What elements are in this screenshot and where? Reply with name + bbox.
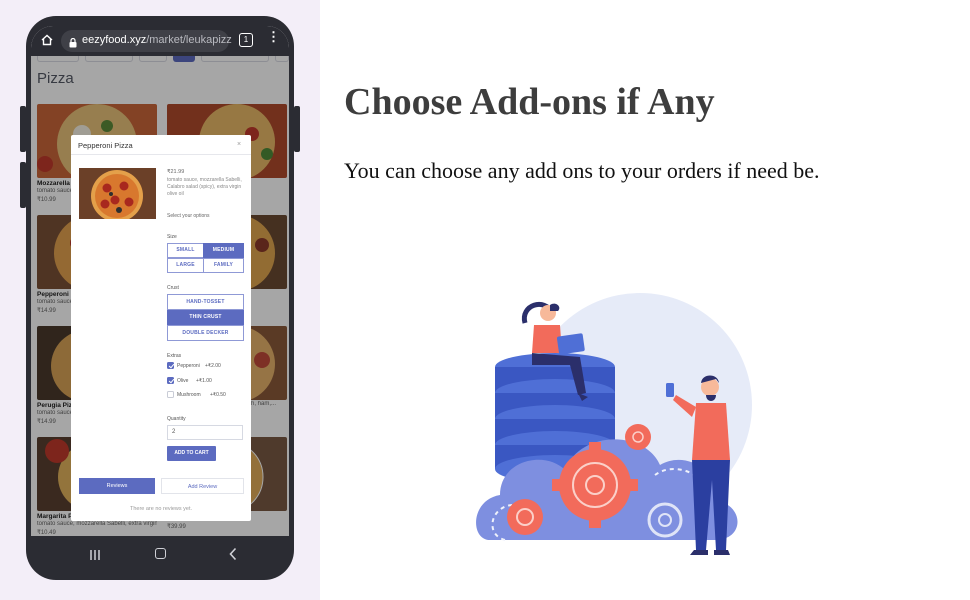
- close-icon[interactable]: ×: [237, 141, 241, 148]
- tab-switcher-button[interactable]: 1: [239, 33, 253, 47]
- crust-label: Crust: [167, 285, 179, 291]
- more-vert-icon[interactable]: ⋮: [267, 30, 280, 43]
- no-reviews-text: There are no reviews yet.: [129, 506, 193, 512]
- extra-pepperoni-checkbox[interactable]: [167, 362, 174, 369]
- add-review-button[interactable]: Add Review: [161, 478, 244, 494]
- phone-side-button: [20, 106, 26, 152]
- crust-option-thin[interactable]: THIN CRUST: [167, 310, 244, 325]
- extras-label: Extras: [167, 353, 182, 359]
- promo-headline: Choose Add-ons if Any: [344, 81, 715, 123]
- product-options-modal: Pepperoni Pizza × ₹21.99 tomato sauce, m…: [71, 135, 251, 521]
- address-field[interactable]: eezyfood.xyz/market/leukapizz: [61, 30, 232, 53]
- modal-title: Pepperoni Pizza: [78, 141, 133, 150]
- size-option-large[interactable]: LARGE: [167, 258, 204, 273]
- gear-icon: [625, 424, 651, 450]
- size-option-medium[interactable]: MEDIUM: [203, 243, 244, 258]
- extra-price: +₹0.50: [210, 392, 226, 398]
- crust-option-hand-tossed[interactable]: HAND-TOSSET: [167, 294, 244, 310]
- add-to-cart-button[interactable]: ADD TO CART: [167, 446, 216, 461]
- promo-subline: You can choose any add ons to your order…: [344, 158, 820, 183]
- extra-name: Mushroom: [177, 392, 201, 398]
- recent-apps-icon[interactable]: [89, 548, 101, 566]
- modal-description: tomato sauce, mozzarella Sabelli, Calabr…: [167, 177, 242, 197]
- lock-icon: [69, 35, 77, 53]
- quantity-label: Quantity: [167, 416, 186, 422]
- phone-frame: eezyfood.xyz/market/leukapizz 1 ⋮ Pizza …: [20, 16, 300, 580]
- url-path: /market/leukapizz: [146, 34, 232, 46]
- extra-name: Pepperoni: [177, 363, 200, 369]
- size-option-small[interactable]: SMALL: [167, 243, 204, 258]
- gear-icon: [507, 499, 543, 535]
- modal-product-image: [79, 168, 156, 219]
- url-domain: eezyfood.xyz: [82, 34, 147, 46]
- back-icon[interactable]: [228, 547, 238, 566]
- size-option-family[interactable]: FAMILY: [203, 258, 244, 273]
- phone-side-button: [294, 106, 300, 152]
- modal-price: ₹21.99: [167, 169, 185, 175]
- extra-olive-checkbox[interactable]: [167, 377, 174, 384]
- size-label: Size: [167, 234, 177, 240]
- extra-name: Olive: [177, 378, 189, 384]
- crust-option-double-decker[interactable]: DOUBLE DECKER: [167, 325, 244, 341]
- phone-screen: eezyfood.xyz/market/leukapizz 1 ⋮ Pizza …: [31, 26, 289, 536]
- database-cloud-illustration: [470, 285, 760, 570]
- select-options-hint: Select your options: [167, 213, 210, 219]
- android-nav-bar: [31, 536, 289, 572]
- home-button-icon[interactable]: [155, 548, 166, 559]
- extra-mushroom-checkbox[interactable]: [167, 391, 174, 398]
- home-icon[interactable]: [41, 33, 53, 51]
- quantity-input[interactable]: 2: [167, 425, 243, 440]
- reviews-tab-button[interactable]: Reviews: [79, 478, 155, 494]
- modal-header: Pepperoni Pizza ×: [71, 135, 251, 155]
- extra-price: +₹1.00: [196, 378, 212, 384]
- browser-url-bar: eezyfood.xyz/market/leukapizz 1 ⋮: [31, 26, 289, 56]
- address-url: eezyfood.xyz/market/leukapizz: [82, 34, 232, 46]
- extra-price: +₹2.00: [205, 363, 221, 369]
- phone-side-button: [20, 162, 26, 208]
